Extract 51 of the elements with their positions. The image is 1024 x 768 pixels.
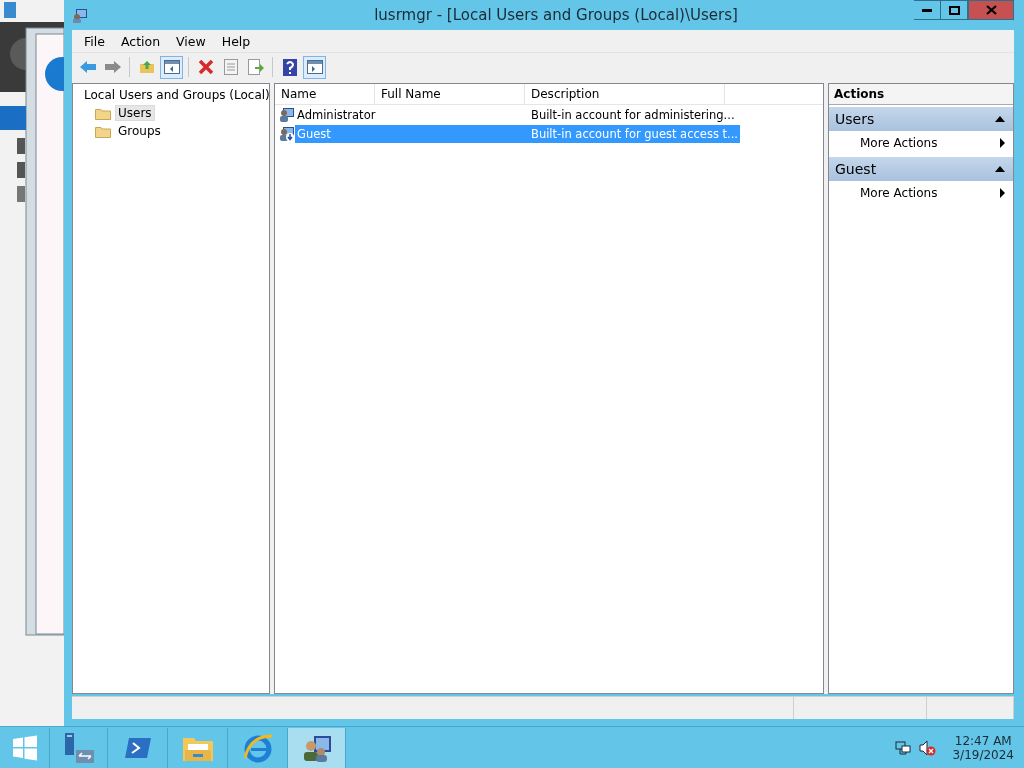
help-icon [282,58,297,76]
close-button[interactable] [968,0,1014,20]
minimize-icon [922,8,932,12]
menu-item[interactable]: Action [112,33,169,49]
maximize-icon [948,5,960,15]
network-icon [895,740,912,755]
table-row[interactable]: Administrator Built-in account for administering... [295,105,737,124]
tree-item[interactable]: Groups [115,123,164,139]
action-item[interactable]: More Actions [829,181,1013,205]
folder-icon [95,124,111,138]
column-header[interactable]: Description [525,84,725,104]
toolbar-button[interactable] [160,55,183,79]
collapse-icon [995,116,1005,122]
submenu-arrow-icon [1000,138,1005,148]
delete-icon [197,59,214,75]
action-section-header[interactable]: Guest [829,157,1013,181]
disabled-user-icon [279,126,295,141]
local-users-icon [301,733,332,762]
folder-up-icon [138,60,155,74]
clock-date: 3/19/2024 [952,747,1014,762]
tree-item[interactable]: Local Users and Groups (Local) [81,87,273,103]
menu-item[interactable]: File [76,33,113,49]
user-icon [279,107,295,122]
app-icon [72,7,88,23]
window-title: lusrmgr - [Local Users and Groups (Local)\Users] [373,6,739,24]
folder-icon [95,106,111,120]
minimize-button[interactable] [914,0,941,20]
submenu-arrow-icon [1000,188,1005,198]
action-pane-icon [306,60,323,74]
properties-icon [223,59,238,75]
collapse-icon [995,166,1005,172]
column-header[interactable]: Full Name [375,84,525,104]
console-tree-icon [163,60,180,74]
back-arrow-icon [78,60,97,74]
windows-logo-icon [11,734,38,761]
server-manager-icon [62,731,95,764]
powershell-icon [123,735,152,760]
column-header[interactable]: Name [275,84,375,104]
menu-item[interactable]: Help [213,33,259,49]
menu-item[interactable]: View [168,33,214,49]
taskbar-button[interactable] [288,727,346,768]
toolbar-button[interactable] [303,55,326,79]
forward-arrow-icon [103,60,122,74]
actions-header: Actions [829,84,1013,105]
close-icon [985,5,997,15]
action-section-header[interactable]: Users [829,107,1013,131]
action-item[interactable]: More Actions [829,131,1013,155]
muted-volume-icon [919,739,937,756]
clock-time: 12:47 AM [954,733,1012,748]
export-list-icon [247,59,264,75]
tree-item[interactable]: Users [115,105,155,121]
